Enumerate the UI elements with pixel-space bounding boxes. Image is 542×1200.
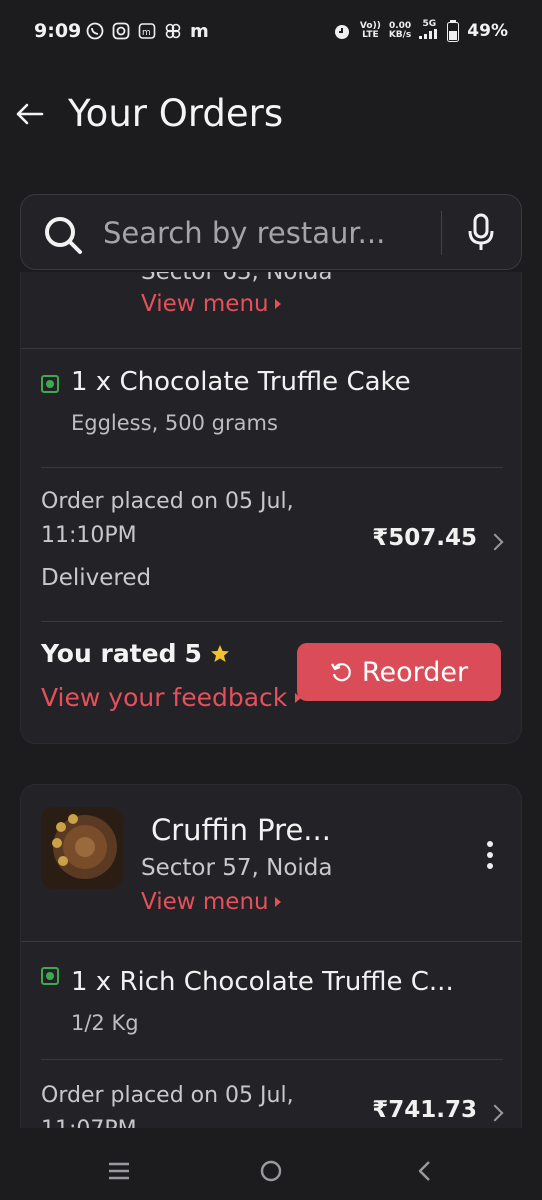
recent-apps-icon[interactable]: [104, 1156, 134, 1186]
order-card[interactable]: Sector 63, Noida View menu 1 x Chocolate…: [20, 272, 522, 744]
status-indicators: Vo)) LTE 0.00 KB/s 5G 49%: [332, 20, 508, 42]
card-divider: [41, 1059, 503, 1060]
search-input[interactable]: [103, 215, 433, 251]
battery-icon: [447, 20, 460, 42]
veg-indicator-icon: [41, 967, 59, 985]
feedback-label: View your feedback: [41, 683, 288, 712]
view-menu-link[interactable]: View menu: [141, 889, 281, 915]
card-divider: [21, 941, 521, 942]
search-bar[interactable]: [20, 194, 522, 270]
network-type: 5G: [419, 20, 439, 42]
order-item-detail: Eggless, 500 grams: [71, 411, 278, 435]
order-status: Delivered: [41, 565, 152, 591]
order-item-name: 1 x Chocolate Truffle Cake: [71, 367, 411, 397]
back-arrow-icon: [16, 103, 44, 125]
svg-text:m: m: [142, 28, 151, 38]
order-placed-date: Order placed on 05 Jul, 11:07PM: [41, 1083, 294, 1128]
header: Your Orders: [0, 80, 542, 150]
veg-indicator-icon: [41, 375, 59, 393]
order-card[interactable]: Cruffin Pre... Sector 57, Noida View men…: [20, 784, 522, 1128]
reorder-button[interactable]: Reorder: [297, 643, 501, 701]
view-menu-link[interactable]: View menu: [141, 291, 281, 317]
navigation-bar: [0, 1130, 542, 1200]
order-item-name: 1 x Rich Chocolate Truffle C...: [71, 967, 454, 997]
star-icon: [210, 644, 229, 662]
pinwheel-icon: [165, 23, 181, 39]
card-divider: [41, 621, 503, 622]
order-item-detail: 1/2 Kg: [71, 1011, 139, 1035]
caret-right-icon: [274, 299, 281, 309]
rating-summary: You rated 5: [41, 639, 230, 668]
signal-icon: [419, 29, 438, 39]
reorder-icon: [330, 663, 351, 682]
alarm-icon: [334, 25, 349, 39]
page-title: Your Orders: [68, 92, 284, 135]
rating-value: 5: [184, 639, 202, 668]
order-placed-date: Order placed on 05 Jul, 11:10PM: [41, 489, 294, 548]
home-icon[interactable]: [256, 1156, 286, 1186]
restaurant-image: [41, 807, 123, 889]
view-menu-label: View menu: [141, 889, 269, 915]
microphone-icon[interactable]: [467, 213, 495, 253]
m-icon: m: [190, 22, 209, 40]
card-divider: [21, 348, 521, 349]
order-price[interactable]: ₹741.73: [372, 1097, 477, 1123]
search-icon: [45, 217, 82, 254]
card-divider: [41, 467, 503, 468]
search-divider: [441, 211, 442, 255]
notification-icons: m m: [86, 22, 210, 40]
back-nav-icon[interactable]: [410, 1156, 440, 1186]
network-speed: 0.00 KB/s: [388, 21, 412, 40]
chevron-right-icon[interactable]: [486, 533, 504, 551]
status-bar: 9:09 m m Vo)) LTE 0.00 KB/s 5G 49%: [0, 0, 542, 66]
reorder-label: Reorder: [361, 656, 469, 688]
whatsapp-icon: [86, 22, 104, 40]
order-price[interactable]: ₹507.45: [372, 525, 477, 551]
caret-right-icon: [274, 897, 281, 907]
chevron-right-icon[interactable]: [486, 1104, 504, 1122]
back-button[interactable]: [10, 94, 50, 134]
status-time: 9:09: [34, 20, 82, 42]
volte-indicator: Vo)) LTE: [359, 21, 381, 40]
orders-list[interactable]: Sector 63, Noida View menu 1 x Chocolate…: [0, 272, 542, 1128]
view-menu-label: View menu: [141, 291, 269, 317]
view-feedback-link[interactable]: View your feedback: [41, 683, 302, 712]
restaurant-location: Sector 57, Noida: [141, 855, 333, 881]
messenger-icon: m: [138, 23, 156, 39]
svg-text:m: m: [190, 22, 209, 40]
rated-label: You rated: [41, 639, 177, 668]
battery-percentage: 49%: [467, 21, 508, 41]
restaurant-location: Sector 63, Noida: [141, 272, 333, 285]
restaurant-name[interactable]: Cruffin Pre...: [151, 813, 331, 847]
instagram-icon: [112, 22, 130, 40]
more-options-icon[interactable]: [485, 841, 495, 875]
